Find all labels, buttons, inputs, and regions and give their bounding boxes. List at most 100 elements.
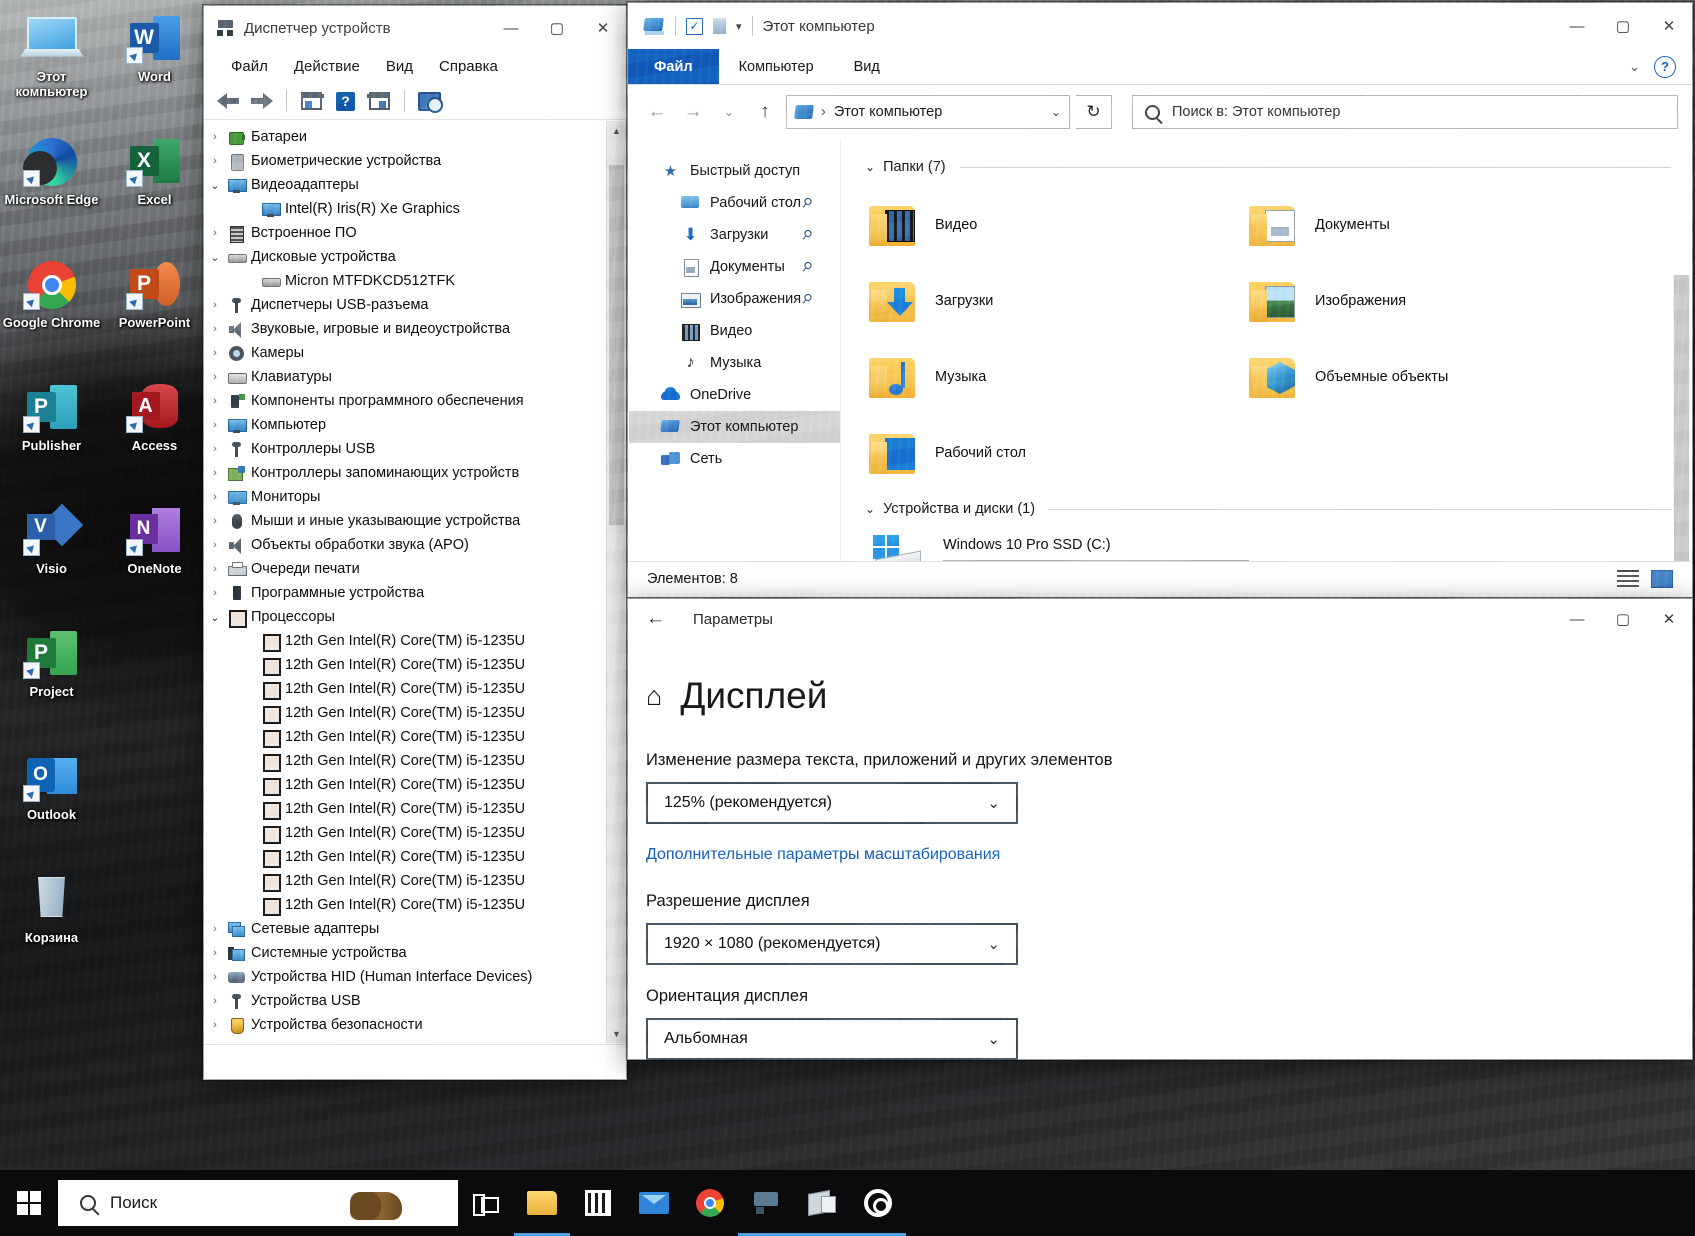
- group-header-folders[interactable]: ⌄ Папки (7): [841, 153, 1691, 181]
- folder-tile-grid[interactable]: Видео Документы Загрузки Изображения Музыка О…: [841, 181, 1691, 491]
- large-icons-view-icon[interactable]: [1651, 570, 1673, 588]
- chevron-down-icon[interactable]: ▾: [736, 20, 742, 33]
- group-header-devices[interactable]: ⌄ Устройства и диски (1): [841, 495, 1691, 523]
- show-hidden-icon[interactable]: [366, 89, 393, 114]
- device-tree-item[interactable]: › Контроллеры USB: [205, 437, 606, 461]
- menu-item-file[interactable]: Файл: [218, 55, 281, 78]
- desktop-icon-project[interactable]: P Project: [0, 621, 103, 744]
- nav-item-desktop[interactable]: Рабочий стол ⚲: [629, 187, 840, 219]
- desktop-icon-powerpoint[interactable]: P PowerPoint: [103, 252, 206, 375]
- forward-arrow-icon[interactable]: →: [678, 97, 708, 127]
- device-tree-item[interactable]: › Диспетчеры USB-разъема: [205, 293, 606, 317]
- chevron-right-icon[interactable]: ›: [205, 539, 225, 551]
- nav-item-cloud[interactable]: OneDrive: [629, 379, 840, 411]
- device-tree-item[interactable]: › Программные устройства: [205, 581, 606, 605]
- desktop-icon-publisher[interactable]: P Publisher: [0, 375, 103, 498]
- taskbar-settings[interactable]: [850, 1170, 906, 1236]
- back-arrow-icon[interactable]: [214, 89, 241, 114]
- device-tree-item[interactable]: › Батареи: [205, 125, 606, 149]
- device-tree-item[interactable]: › Контроллеры запоминающих устройств: [205, 461, 606, 485]
- folder-tile[interactable]: Музыка: [855, 339, 1235, 415]
- minimize-button[interactable]: —: [488, 6, 534, 50]
- device-tree-item[interactable]: › Очереди печати: [205, 557, 606, 581]
- scroll-down-icon[interactable]: ▼: [607, 1024, 626, 1043]
- taskbar-microsoft-store[interactable]: [570, 1170, 626, 1236]
- device-tree-item[interactable]: › Устройства HID (Human Interface Devices…: [205, 965, 606, 989]
- desktop-icon-onenote[interactable]: N OneNote: [103, 498, 206, 621]
- chevron-down-icon[interactable]: ⌄: [1629, 59, 1640, 75]
- device-tree-item[interactable]: › Биометрические устройства: [205, 149, 606, 173]
- chevron-right-icon[interactable]: ›: [205, 371, 225, 383]
- desktop-icon-this-pc[interactable]: Этот компьютер: [0, 6, 103, 129]
- device-tree-item[interactable]: 12th Gen Intel(R) Core(TM) i5-1235U: [205, 869, 606, 893]
- settings-titlebar[interactable]: ← Параметры — ▢ ✕: [628, 599, 1692, 639]
- minimize-button[interactable]: —: [1554, 597, 1600, 641]
- tab-file[interactable]: Файл: [628, 49, 719, 84]
- tab-view[interactable]: Вид: [834, 49, 900, 84]
- desktop-icon-excel[interactable]: X Excel: [103, 129, 206, 252]
- address-bar[interactable]: › Этот компьютер ⌄: [786, 95, 1070, 129]
- pin-icon[interactable]: ⚲: [798, 194, 816, 212]
- chevron-down-icon[interactable]: ⌄: [1051, 105, 1061, 119]
- explorer-titlebar[interactable]: ✓ ▾ Этот компьютер — ▢ ✕: [628, 3, 1692, 49]
- nav-item-videos[interactable]: Видео: [629, 315, 840, 347]
- taskbar-this-pc[interactable]: [794, 1170, 850, 1236]
- chevron-right-icon[interactable]: ›: [205, 467, 225, 479]
- minimize-button[interactable]: —: [1554, 4, 1600, 48]
- maximize-button[interactable]: ▢: [1600, 4, 1646, 48]
- device-tree-item[interactable]: › Мыши и иные указывающие устройства: [205, 509, 606, 533]
- taskbar-mail[interactable]: [626, 1170, 682, 1236]
- nav-item-thispc[interactable]: Этот компьютер: [629, 411, 840, 443]
- device-tree-item[interactable]: › Системные устройства: [205, 941, 606, 965]
- device-tree-item[interactable]: › Компоненты программного обеспечения: [205, 389, 606, 413]
- device-tree-scrollbar[interactable]: ▲ ▼: [606, 121, 626, 1043]
- folder-tile[interactable]: Документы: [1235, 187, 1615, 263]
- chevron-right-icon[interactable]: ›: [205, 923, 225, 935]
- nav-item-documents[interactable]: Документы ⚲: [629, 251, 840, 283]
- tab-computer[interactable]: Компьютер: [719, 49, 834, 84]
- help-icon[interactable]: ?: [332, 89, 359, 114]
- desktop-icon-word[interactable]: W Word: [103, 6, 206, 129]
- close-button[interactable]: ✕: [1646, 597, 1692, 641]
- device-tree-item[interactable]: ⌄ Процессоры: [205, 605, 606, 629]
- taskbar-file-explorer[interactable]: [514, 1170, 570, 1236]
- nav-item-star[interactable]: ★ Быстрый доступ: [629, 155, 840, 187]
- properties-panel-icon[interactable]: [298, 89, 325, 114]
- menu-item-view[interactable]: Вид: [373, 55, 426, 78]
- chevron-right-icon[interactable]: ›: [205, 347, 225, 359]
- device-tree-item[interactable]: 12th Gen Intel(R) Core(TM) i5-1235U: [205, 701, 606, 725]
- chevron-right-icon[interactable]: ›: [205, 155, 225, 167]
- desktop-icon-recycle-bin[interactable]: Корзина: [0, 867, 103, 990]
- device-tree-item[interactable]: 12th Gen Intel(R) Core(TM) i5-1235U: [205, 725, 606, 749]
- breadcrumb[interactable]: Этот компьютер: [834, 104, 942, 120]
- device-tree[interactable]: › Батареи › Биометрические устройства ⌄ Видео…: [205, 121, 606, 1043]
- device-tree-item[interactable]: 12th Gen Intel(R) Core(TM) i5-1235U: [205, 677, 606, 701]
- chevron-right-icon[interactable]: ›: [205, 947, 225, 959]
- device-tree-item[interactable]: › Камеры: [205, 341, 606, 365]
- scale-dropdown[interactable]: 125% (рекомендуется) ⌄: [646, 782, 1018, 824]
- pin-icon[interactable]: ⚲: [798, 258, 816, 276]
- menu-item-help[interactable]: Справка: [426, 55, 511, 78]
- refresh-button[interactable]: ↻: [1076, 95, 1112, 129]
- chevron-down-icon[interactable]: ⌄: [205, 611, 225, 624]
- device-tree-item[interactable]: ⌄ Видеоадаптеры: [205, 173, 606, 197]
- orientation-dropdown[interactable]: Альбомная ⌄: [646, 1018, 1018, 1060]
- desktop-icon-edge[interactable]: Microsoft Edge: [0, 129, 103, 252]
- folder-tile[interactable]: Изображения: [1235, 263, 1615, 339]
- device-tree-item[interactable]: Micron MTFDKCD512TFK: [205, 269, 606, 293]
- device-tree-item[interactable]: 12th Gen Intel(R) Core(TM) i5-1235U: [205, 845, 606, 869]
- device-tree-item[interactable]: 12th Gen Intel(R) Core(TM) i5-1235U: [205, 629, 606, 653]
- chevron-right-icon[interactable]: ›: [205, 563, 225, 575]
- new-folder-icon[interactable]: [713, 18, 726, 34]
- search-input[interactable]: Поиск в: Этот компьютер: [1132, 95, 1678, 129]
- start-button[interactable]: [0, 1170, 58, 1236]
- chevron-right-icon[interactable]: ›: [205, 131, 225, 143]
- explorer-navigation-pane[interactable]: ★ Быстрый доступ Рабочий стол ⚲ ⬇ Загрузки ⚲ До…: [629, 139, 841, 561]
- chevron-down-icon[interactable]: ⌄: [865, 160, 875, 174]
- menu-item-action[interactable]: Действие: [281, 55, 373, 78]
- nav-item-pictures[interactable]: Изображения ⚲: [629, 283, 840, 315]
- device-tree-item[interactable]: › Сетевые адаптеры: [205, 917, 606, 941]
- scrollbar-thumb[interactable]: [609, 165, 624, 525]
- chevron-right-icon[interactable]: ›: [205, 323, 225, 335]
- device-tree-item[interactable]: › Устройства безопасности: [205, 1013, 606, 1037]
